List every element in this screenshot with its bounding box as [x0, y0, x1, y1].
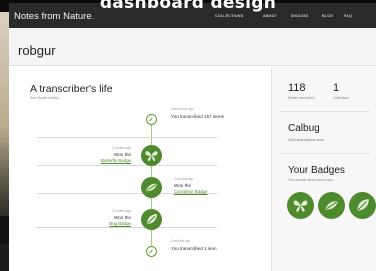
stat-transcribed-value: 118 [288, 82, 306, 94]
cicindelor-badge-link[interactable]: Cicindelor Badge [174, 189, 207, 194]
badge-butterfly[interactable] [287, 192, 314, 219]
timeline-divider [37, 137, 217, 138]
beetle-icon [141, 177, 162, 198]
stat-transcribed-label: Entries transcribed [288, 96, 315, 100]
timeline-divider [37, 227, 217, 228]
background-image-strip [0, 12, 9, 271]
timeline-subtitle-link[interactable]: See Skyllie activity [30, 96, 59, 100]
event-text: You transcribed 1 item [171, 246, 217, 251]
stat-collections-value: 1 [333, 82, 340, 94]
event-text: Won the [174, 183, 192, 188]
nav-about[interactable]: ABOUT [263, 14, 277, 18]
butterfly-icon [141, 145, 162, 166]
event-time: 2 months ago [171, 239, 191, 243]
event-text: Won the [113, 152, 131, 157]
sidebar-divider [280, 153, 370, 154]
badge-beetle[interactable] [318, 192, 345, 219]
badge-leaf[interactable] [349, 192, 376, 219]
collection-detail: 118 transcriptions done [288, 138, 325, 142]
event-time: 2 months ago [111, 209, 131, 213]
butterfly-badge-link[interactable]: Butterfly Badge [101, 158, 131, 163]
slide-caption: dashboard design [99, 0, 277, 13]
event-text: Won the [113, 215, 131, 220]
badges-title: Your Badges [288, 165, 345, 176]
app-window: Notes from Nature. COLLECTIONS ABOUT DIS… [9, 3, 376, 271]
leaf-icon [357, 199, 369, 211]
nav-faq[interactable]: FAQ [344, 14, 352, 18]
nav-blog[interactable]: BLOG [322, 14, 333, 18]
profile-username: robgur [18, 43, 56, 58]
collection-title-link[interactable]: Calbug [288, 123, 320, 134]
badges-subtitle: The rewards we've earned you [288, 178, 333, 182]
leaf-icon [141, 209, 162, 230]
timeline-title: A transcriber's life [30, 83, 113, 95]
event-time: a few hours ago [171, 107, 194, 111]
nav-collections[interactable]: COLLECTIONS [215, 14, 243, 18]
stat-collections-label: Collections [333, 96, 349, 100]
check-icon [146, 246, 157, 257]
event-time: 2 months ago [111, 146, 131, 150]
nav-discuss[interactable]: DISCUSS [291, 14, 309, 18]
profile-sidebar: 118 Entries transcribed 1 Collections Ca… [271, 67, 376, 271]
butterfly-icon [293, 200, 308, 212]
beetle-icon [325, 201, 338, 210]
bug-badge-link[interactable]: Bug Badge [109, 221, 131, 226]
check-icon [146, 114, 157, 125]
sidebar-divider [280, 111, 370, 112]
profile-header: robgur [9, 28, 376, 66]
timeline-divider [37, 165, 217, 166]
event-text: You transcribed 157 items [171, 114, 224, 119]
activity-timeline-panel: A transcriber's life See Skyllie activit… [9, 67, 271, 271]
event-time: 2 months ago [174, 177, 194, 181]
